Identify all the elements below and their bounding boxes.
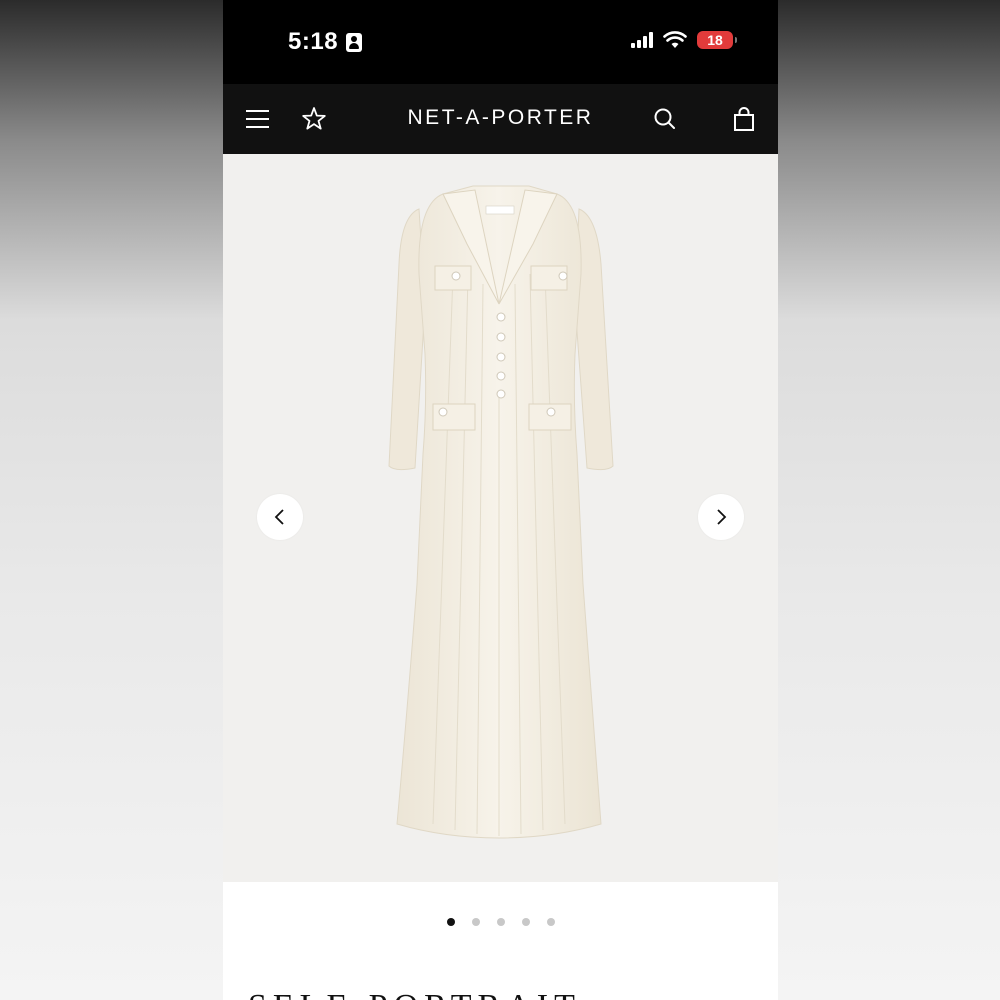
- status-bar: 5:18 18: [223, 0, 778, 84]
- wifi-icon: [663, 31, 687, 48]
- site-header: NET-A-PORTER: [223, 84, 778, 154]
- pagination-dot[interactable]: [471, 918, 480, 926]
- designer-name[interactable]: SELF-PORTRAIT: [248, 988, 581, 1000]
- status-indicators: 18: [631, 31, 737, 49]
- phone-screen: 5:18 18 NET-A-PORTER: [223, 0, 778, 1000]
- cellular-signal-icon: [631, 32, 653, 48]
- chevron-left-icon: [274, 509, 284, 525]
- battery-indicator: 18: [697, 31, 737, 49]
- search-icon[interactable]: [650, 104, 680, 134]
- pagination-dot[interactable]: [546, 918, 555, 926]
- brand-logo[interactable]: NET-A-PORTER: [223, 106, 778, 130]
- pagination-dot[interactable]: [446, 918, 455, 926]
- product-image-gallery[interactable]: [223, 154, 778, 882]
- battery-level: 18: [707, 32, 723, 48]
- next-image-button[interactable]: [698, 494, 744, 540]
- clock-text: 5:18: [288, 28, 339, 55]
- previous-image-button[interactable]: [257, 494, 303, 540]
- contact-icon: [346, 32, 363, 52]
- shopping-bag-icon[interactable]: [729, 104, 759, 134]
- status-time: 5:18: [288, 28, 363, 56]
- chevron-right-icon: [717, 509, 727, 525]
- pagination-dot[interactable]: [496, 918, 505, 926]
- pagination-dot[interactable]: [521, 918, 530, 926]
- product-image-dress: [388, 185, 614, 839]
- image-pagination: [223, 918, 778, 926]
